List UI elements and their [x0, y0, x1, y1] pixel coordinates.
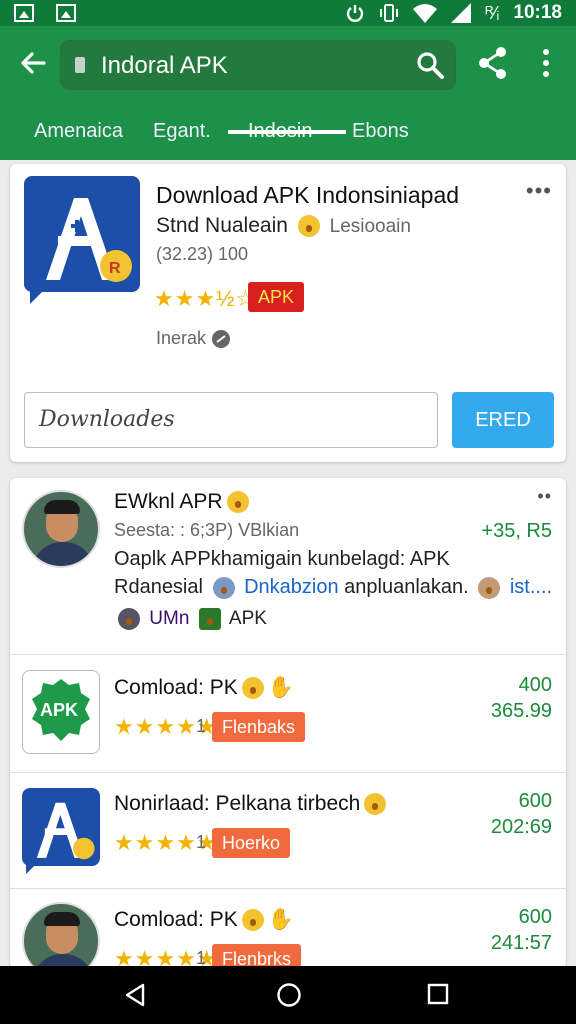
- divider: [10, 654, 566, 655]
- item-price: 600 241:57: [490, 906, 552, 954]
- item-desc-line1: Oaplk APPkhamigain kunbelagd: APK: [114, 548, 450, 570]
- rating-count: 1: [196, 832, 207, 852]
- item-price: +35, R5: [481, 520, 552, 542]
- apk-logo-icon: APK: [22, 670, 100, 754]
- app-logo-icon: [22, 788, 100, 874]
- info-icon: [212, 330, 231, 349]
- tab-egant[interactable]: Egant.: [153, 120, 211, 143]
- divider: [10, 772, 566, 773]
- person-icon: [118, 608, 140, 630]
- item-tags: UMn APK: [114, 608, 267, 630]
- featured-app-card[interactable]: R Download APK Indonsiniapad ••• Stnd Nu…: [10, 164, 566, 462]
- item-title: Comload: PK ✋: [114, 676, 294, 700]
- status-bar: ᴿ⁄ᵢ 10:18: [0, 0, 576, 26]
- emoji-icon: [226, 491, 249, 514]
- nav-recents-icon[interactable]: [426, 982, 450, 1006]
- emoji-icon: [241, 909, 264, 932]
- emoji-icon: [297, 215, 320, 238]
- item-meta: Seesta: : 6;3P) VBlkian: [114, 520, 300, 540]
- overflow-menu-icon[interactable]: •••: [526, 178, 552, 204]
- item-desc-line2: Rdanesial Dnkabzion anpluanlakan. ist...…: [114, 576, 553, 599]
- app-list-card: EWknl APR •• Seesta: : 6;3P) VBlkian +35…: [10, 478, 566, 980]
- rating-count: 1: [196, 716, 207, 736]
- svg-text:R: R: [109, 260, 121, 277]
- clock: 10:18: [513, 2, 562, 23]
- apk-badge: APK: [248, 282, 305, 312]
- search-input[interactable]: Indoral APK: [101, 52, 228, 80]
- category-row: Inerak: [156, 328, 231, 349]
- share-icon[interactable]: [478, 46, 508, 80]
- tab-indicator: [228, 130, 346, 134]
- lock-icon: [75, 57, 85, 73]
- emoji-icon: [364, 793, 387, 816]
- category-label: Inerak: [156, 328, 207, 348]
- developer-row: Stnd Nualeain Lesiooain: [156, 214, 411, 238]
- search-icon[interactable]: [415, 50, 445, 80]
- power-icon: [347, 5, 364, 22]
- tag-badge: Hoerko: [212, 828, 291, 858]
- developer-name: Stnd Nualeain: [156, 214, 288, 237]
- developer-sub: Lesiooain: [329, 216, 411, 237]
- more-vert-icon[interactable]: [536, 46, 556, 80]
- app-bar: Indoral APK Amenaica Egant. Indesin Ebon…: [0, 26, 576, 160]
- app-logo-icon: R: [24, 176, 140, 304]
- divider: [10, 888, 566, 889]
- battery-label: ᴿ⁄ᵢ: [485, 3, 500, 23]
- svg-text:APK: APK: [40, 700, 78, 720]
- signal-icon: [451, 3, 472, 23]
- app-title: Download APK Indonsiniapad: [156, 182, 460, 208]
- nav-back-icon[interactable]: [122, 982, 148, 1008]
- system-nav-bar: [0, 966, 576, 1024]
- overflow-menu-icon[interactable]: ••: [537, 486, 552, 507]
- item-title: Nonirlaad: Pelkana tirbech: [114, 792, 390, 816]
- image-icon: [14, 4, 34, 22]
- person-icon: [478, 576, 501, 599]
- wifi-icon: [413, 4, 438, 23]
- item-price: 400 365.99: [490, 674, 552, 722]
- gallery-icon: [56, 4, 76, 22]
- tag-badge: Flenbaks: [212, 712, 306, 742]
- avatar: [22, 490, 100, 568]
- back-arrow-icon[interactable]: [18, 48, 48, 78]
- search-field[interactable]: Indoral APK: [60, 40, 456, 90]
- app-icon: [198, 608, 221, 630]
- person-icon: [212, 576, 235, 599]
- rating-stars: ★★★½☆: [154, 286, 257, 311]
- nav-home-icon[interactable]: [276, 982, 302, 1008]
- downloads-field[interactable]: Downloades: [24, 392, 438, 448]
- item-price: 600 202:69: [490, 790, 552, 838]
- tab-amenaica[interactable]: Amenaica: [34, 120, 123, 143]
- item-title: EWknl APR: [114, 490, 253, 514]
- ered-button[interactable]: ERED: [452, 392, 554, 448]
- app-meta: (32.23) 100: [156, 244, 249, 264]
- vibrate-icon: [380, 4, 399, 22]
- item-title: Comload: PK ✋: [114, 908, 294, 932]
- emoji-icon: [241, 677, 264, 700]
- tab-ebons[interactable]: Ebons: [352, 120, 409, 143]
